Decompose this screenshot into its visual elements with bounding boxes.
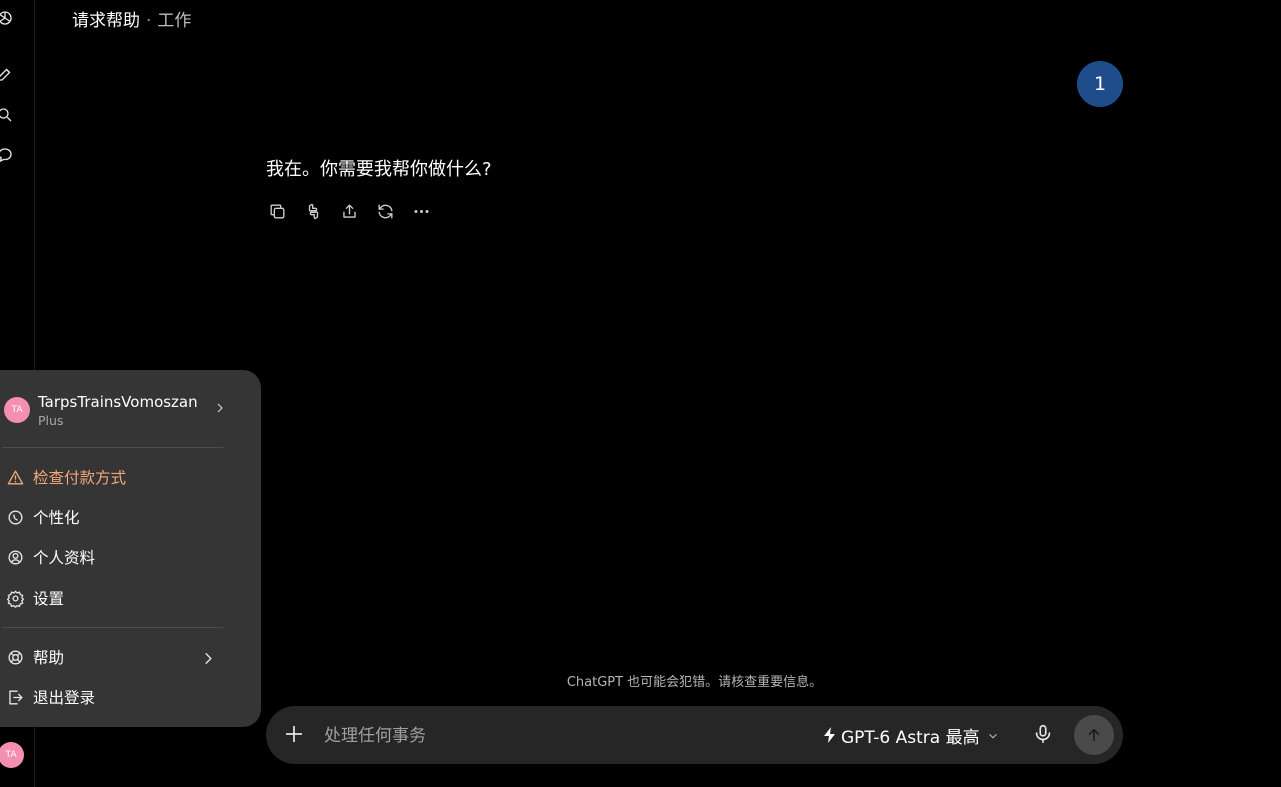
chevron-down-icon (986, 728, 1000, 742)
account-menu: TA TarpsTrainsVomoszan Plus 检查付款方式 个性化 个… (0, 370, 261, 727)
menu-item-settings[interactable]: 设置 (6, 585, 226, 611)
copy-button[interactable] (266, 200, 288, 222)
share-icon (342, 203, 356, 218)
user-message-bubble: 1 (1077, 61, 1123, 107)
search-icon[interactable] (0, 104, 16, 126)
account-row[interactable]: TA TarpsTrainsVomoszan Plus (0, 388, 228, 432)
assistant-message: 我在。你需要我帮你做什么? (266, 159, 492, 180)
copy-icon (269, 203, 285, 219)
gear-icon (6, 590, 25, 608)
avatar: TA (4, 397, 30, 423)
add-button[interactable] (283, 723, 307, 747)
menu-item-label: 退出登录 (33, 689, 96, 707)
disclaimer: ChatGPT 也可能会犯错。请核查重要信息。 (566, 675, 823, 690)
new-chat-icon[interactable] (0, 63, 16, 85)
chat-title: 请求帮助 (72, 11, 140, 31)
menu-divider (2, 627, 223, 628)
menu-item-label: 帮助 (33, 649, 65, 667)
menu-item-label: 个性化 (33, 509, 80, 527)
menu-item-check-payment[interactable]: 检查付款方式 (6, 464, 226, 490)
plus-icon (285, 725, 303, 743)
menu-item-profile[interactable]: 个人资料 (6, 544, 226, 570)
title-separator: · (146, 11, 152, 31)
user-name: TarpsTrainsVomoszan (38, 392, 198, 411)
menu-item-label: 设置 (33, 590, 65, 608)
profile-icon (8, 549, 23, 565)
regenerate-button[interactable] (374, 200, 396, 222)
user-plan: Plus (38, 412, 64, 428)
thumbs-icon (308, 203, 318, 219)
personalize-icon (8, 509, 23, 525)
avatar: TA (0, 742, 24, 768)
menu-item-label: 个人资料 (33, 549, 96, 567)
prompt-input[interactable] (322, 720, 786, 752)
microphone-button[interactable] (1032, 723, 1056, 747)
refresh-icon (377, 203, 393, 219)
arrow-up-icon (1088, 728, 1100, 742)
more-icon (413, 209, 429, 213)
lifebuoy-icon (8, 649, 23, 665)
chevron-right-icon (212, 400, 228, 420)
feedback-button[interactable] (302, 200, 324, 222)
menu-item-label: 检查付款方式 (33, 469, 127, 487)
send-button[interactable] (1074, 715, 1114, 755)
message-actions (266, 200, 432, 222)
bolt-icon (823, 727, 837, 743)
model-selector[interactable]: GPT-6 Astra 最高 (823, 722, 1000, 748)
menu-item-help[interactable]: 帮助 (6, 644, 226, 670)
page-title[interactable]: 请求帮助 · 工作 (72, 6, 191, 31)
microphone-icon (1035, 724, 1051, 744)
menu-item-personalize[interactable]: 个性化 (6, 504, 226, 530)
share-button[interactable] (338, 200, 360, 222)
rail-avatar[interactable]: TA (0, 738, 28, 772)
logout-icon (9, 689, 23, 705)
chat-bubble-icon[interactable] (0, 144, 16, 166)
project-name: 工作 (157, 11, 192, 31)
openai-logo-icon[interactable] (0, 7, 16, 29)
model-label: GPT-6 Astra 最高 (841, 727, 980, 748)
more-button[interactable] (410, 200, 432, 222)
menu-divider (2, 447, 223, 448)
menu-item-logout[interactable]: 退出登录 (6, 684, 226, 710)
warning-icon (7, 469, 24, 485)
composer: GPT-6 Astra 最高 (266, 706, 1123, 764)
chevron-right-icon (199, 649, 226, 672)
